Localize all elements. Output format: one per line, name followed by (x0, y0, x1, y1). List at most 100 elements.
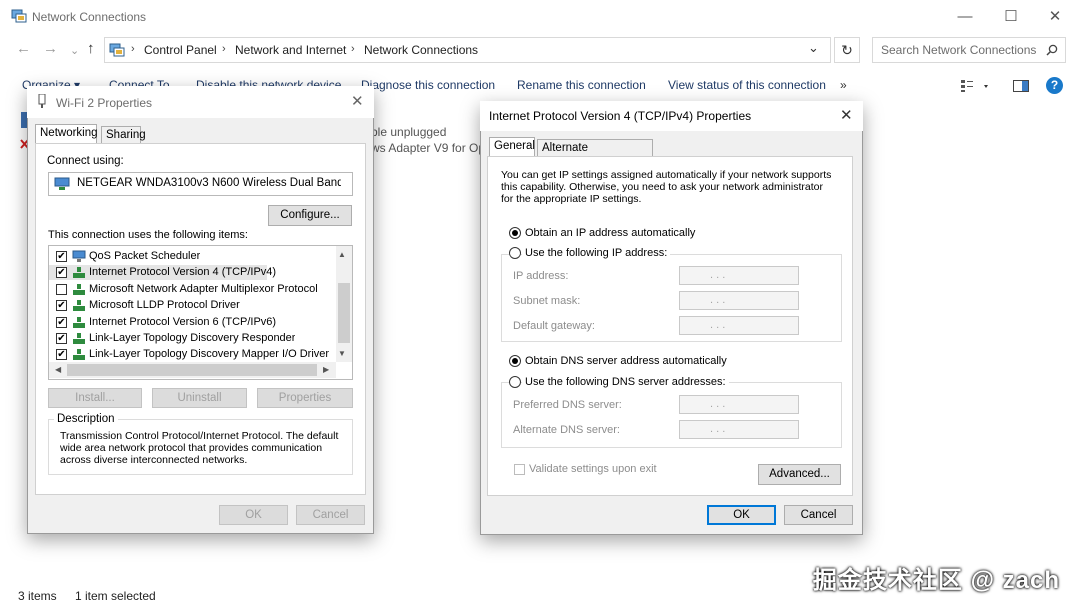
scroll-up-icon[interactable]: ▲ (338, 250, 346, 259)
tab-sharing[interactable]: Sharing (101, 126, 146, 144)
background-connection-adapter: ws Adapter V9 for Op (371, 141, 486, 155)
item-checkbox[interactable]: ✔ (56, 349, 67, 361)
scroll-thumb[interactable] (338, 283, 350, 343)
use-following-dns-radio[interactable] (509, 376, 521, 388)
close-window-button[interactable]: ✕ (1040, 6, 1070, 28)
minimize-button[interactable]: — (950, 6, 980, 28)
adapter-name: NETGEAR WNDA3100v3 N600 Wireless Dual Ba… (77, 177, 341, 189)
maximize-button[interactable]: ☐ (996, 6, 1026, 28)
default-gateway-field[interactable]: . . . (679, 316, 799, 335)
service-icon (72, 250, 86, 262)
forward-arrow-icon[interactable]: → (43, 40, 58, 57)
protocol-icon (73, 333, 85, 344)
ip-separator-dots: . . . (710, 269, 726, 281)
protocol-icon (73, 267, 85, 279)
tab-alternate-configuration[interactable]: Alternate Configuration (537, 139, 653, 170)
ipv4-ok-button[interactable]: OK (707, 505, 776, 525)
search-placeholder: Search Network Connections (881, 43, 1037, 57)
ip-separator-dots: . . . (710, 398, 726, 410)
item-label: Microsoft Network Adapter Multiplexor Pr… (89, 282, 318, 295)
control-panel-icon (109, 43, 125, 57)
obtain-dns-auto-radio[interactable] (509, 355, 521, 367)
protocol-icon (73, 300, 85, 312)
status-item-count: 3 items (18, 589, 57, 603)
breadcrumb-separator-icon: › (222, 43, 226, 55)
validate-settings-checkbox[interactable] (514, 464, 525, 475)
help-icon[interactable]: ? (1046, 77, 1063, 94)
item-label: Link-Layer Topology Discovery Responder (89, 332, 296, 344)
item-checkbox[interactable]: ✔ (56, 251, 67, 262)
item-checkbox[interactable]: ✔ (56, 333, 67, 344)
up-arrow-icon[interactable]: ↑ (87, 40, 95, 57)
recent-locations-icon[interactable]: ⌄ (70, 44, 79, 57)
preferred-dns-label: Preferred DNS server: (513, 399, 622, 411)
scroll-down-icon[interactable]: ▼ (338, 349, 346, 358)
properties-button[interactable]: Properties (257, 388, 353, 408)
ip-address-label: IP address: (513, 270, 569, 282)
use-following-ip-label[interactable]: Use the following IP address: (522, 247, 671, 259)
scroll-right-icon[interactable]: ▶ (323, 365, 329, 374)
items-label: This connection uses the following items… (48, 229, 248, 241)
status-selection: 1 item selected (75, 589, 156, 603)
watermark: 掘金技术社区 @ zach (812, 567, 1060, 594)
refresh-button[interactable]: ↻ (834, 37, 860, 63)
protocol-icon (73, 316, 85, 328)
ipv4-dialog-close-icon[interactable]: ✕ (840, 106, 853, 124)
item-checkbox[interactable]: ✔ (56, 316, 67, 328)
wifi-dialog-close-icon[interactable]: ✕ (351, 92, 364, 110)
item-label: Microsoft LLDP Protocol Driver (89, 299, 240, 312)
alternate-dns-label: Alternate DNS server: (513, 424, 620, 436)
rename-command[interactable]: Rename this connection (517, 78, 646, 92)
alternate-dns-field[interactable]: . . . (679, 420, 799, 439)
wifi-dialog-title: Wi-Fi 2 Properties (56, 96, 153, 110)
subnet-mask-field[interactable]: . . . (679, 291, 799, 310)
diagnose-command[interactable]: Diagnose this connection (361, 78, 495, 92)
wifi-adapter-icon (38, 94, 46, 108)
breadcrumb-network-and-internet[interactable]: Network and Internet (235, 43, 346, 57)
back-arrow-icon[interactable]: ← (16, 40, 31, 57)
wifi-ok-button[interactable]: OK (219, 505, 288, 525)
breadcrumb-network-connections[interactable]: Network Connections (364, 43, 478, 57)
ip-separator-dots: . . . (710, 423, 726, 435)
window-title: Network Connections (32, 10, 147, 24)
item-label: QoS Packet Scheduler (89, 250, 201, 262)
install-button[interactable]: Install... (48, 388, 142, 408)
obtain-ip-auto-radio[interactable] (509, 227, 521, 239)
preview-pane-icon[interactable] (1013, 80, 1029, 92)
advanced-button[interactable]: Advanced... (758, 464, 841, 485)
item-checkbox[interactable] (56, 283, 67, 295)
configure-button[interactable]: Configure... (268, 205, 352, 226)
wifi-cancel-button[interactable]: Cancel (296, 505, 365, 525)
address-dropdown-icon[interactable]: ⌄ (808, 40, 819, 56)
horizontal-scroll-thumb[interactable] (67, 364, 317, 376)
description-text: Transmission Control Protocol/Internet P… (60, 430, 339, 466)
title-bar (0, 0, 1080, 34)
uninstall-button[interactable]: Uninstall (152, 388, 247, 408)
more-commands-icon[interactable]: » (840, 78, 847, 92)
preferred-dns-field[interactable]: . . . (679, 395, 799, 414)
item-checkbox[interactable]: ✔ (56, 267, 67, 279)
description-label: Description (54, 413, 118, 425)
item-label: Link-Layer Topology Discovery Mapper I/O… (89, 348, 330, 361)
tab-networking[interactable]: Networking (35, 124, 98, 144)
network-connections-app-icon (11, 9, 27, 23)
use-following-ip-radio[interactable] (509, 247, 521, 259)
network-adapter-icon (54, 177, 70, 190)
change-view-icon[interactable] (960, 79, 990, 93)
ip-separator-dots: . . . (710, 294, 726, 306)
search-icon[interactable] (1046, 44, 1058, 56)
breadcrumb-separator-icon: › (351, 43, 355, 55)
view-status-command[interactable]: View status of this connection (668, 78, 826, 92)
obtain-dns-auto-label[interactable]: Obtain DNS server address automatically (525, 355, 727, 367)
validate-settings-label: Validate settings upon exit (529, 463, 657, 475)
ipv4-cancel-button[interactable]: Cancel (784, 505, 853, 525)
obtain-ip-auto-label[interactable]: Obtain an IP address automatically (525, 227, 695, 239)
item-label: Internet Protocol Version 6 (TCP/IPv6) (89, 315, 277, 328)
tab-general[interactable]: General (489, 137, 535, 157)
use-following-dns-label[interactable]: Use the following DNS server addresses: (522, 376, 729, 388)
scroll-left-icon[interactable]: ◀ (55, 365, 61, 374)
subnet-mask-label: Subnet mask: (513, 295, 581, 307)
item-checkbox[interactable]: ✔ (56, 300, 67, 312)
ip-address-field[interactable]: . . . (679, 266, 799, 285)
breadcrumb-control-panel[interactable]: Control Panel (144, 43, 217, 57)
